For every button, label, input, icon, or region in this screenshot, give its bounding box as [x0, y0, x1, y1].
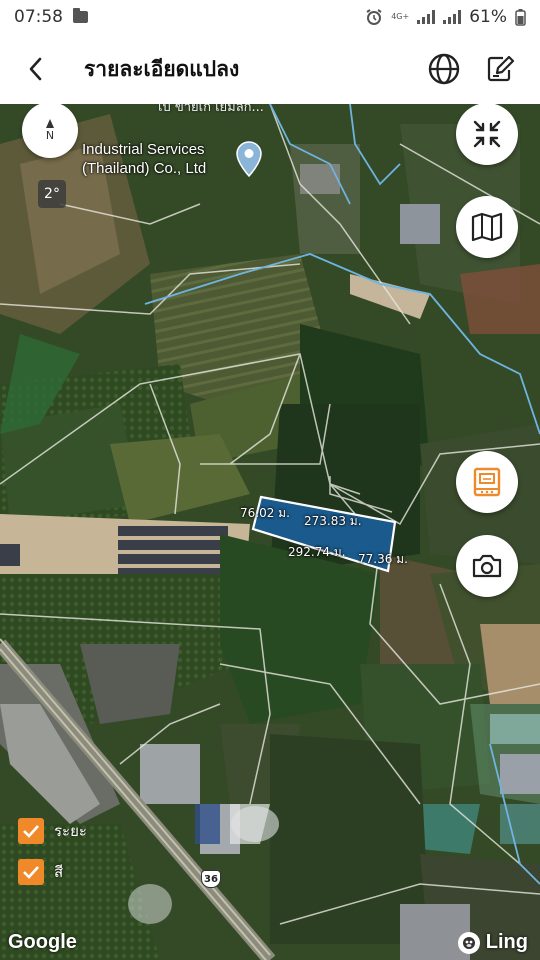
calculator-button[interactable] [456, 451, 518, 513]
globe-button[interactable] [422, 47, 466, 91]
edit-note-icon [487, 55, 515, 82]
monkey-logo-icon [457, 931, 480, 954]
legend-label-color: สี [54, 863, 64, 881]
battery-level: 61% [469, 7, 507, 27]
app-bar: รายละเอียดแปลง [0, 34, 540, 104]
collapse-button[interactable] [456, 104, 518, 165]
compass-needle-icon [46, 119, 54, 128]
map-label-cut: เบ ขายเก เยมลก... [158, 104, 264, 115]
tilt-indicator: 2° [38, 180, 66, 208]
alarm-icon [366, 9, 382, 25]
distance-checkbox[interactable] [18, 818, 44, 844]
calculator-icon [473, 467, 501, 497]
status-bar: 07:58 4G+ 61% [0, 0, 540, 34]
satellite-map[interactable]: เบ ขายเก เยมลก... Industrial Services (T… [0, 104, 540, 960]
network-type: 4G+ [391, 12, 410, 21]
camera-icon [472, 554, 502, 578]
check-icon [23, 825, 39, 838]
chevron-left-icon [29, 57, 42, 81]
location-pin-icon[interactable] [236, 141, 262, 177]
compass-label: N [45, 129, 55, 142]
poi-label[interactable]: Industrial Services (Thailand) Co., Ltd [82, 140, 206, 178]
collapse-arrows-icon [473, 120, 501, 148]
edit-button[interactable] [478, 47, 522, 91]
back-button[interactable] [18, 51, 54, 87]
brand-logo: Ling [457, 931, 528, 954]
legend-distance[interactable]: ระยะ [18, 818, 87, 844]
battery-icon [515, 9, 526, 26]
camera-button[interactable] [456, 535, 518, 597]
poi-name-line1: Industrial Services [82, 141, 205, 158]
folder-icon [73, 8, 88, 23]
compass-button[interactable]: N [22, 104, 78, 158]
map-layers-button[interactable] [456, 196, 518, 258]
highway-shield: 36 [201, 870, 221, 888]
status-time: 07:58 [14, 7, 63, 27]
parcel-side-right: 77.36 ม. [358, 552, 408, 566]
brand-name: Ling [485, 931, 528, 953]
page-title: รายละเอียดแปลง [84, 56, 240, 81]
signal-icon [417, 10, 436, 24]
parcel-side-top: 273.83 ม. [304, 514, 362, 528]
poi-name-line2: (Thailand) Co., Ltd [82, 160, 207, 177]
map-icon [471, 212, 503, 242]
check-icon [23, 866, 39, 879]
google-attribution: Google [8, 931, 77, 953]
parcel-side-bottom: 292.74 ม. [288, 545, 346, 559]
legend-color[interactable]: สี [18, 859, 63, 885]
legend-label-distance: ระยะ [54, 822, 87, 840]
parcel-side-left: 76.02 ม. [240, 506, 290, 520]
color-checkbox[interactable] [18, 859, 44, 885]
globe-icon [428, 53, 460, 85]
signal-icon-2 [443, 10, 462, 24]
